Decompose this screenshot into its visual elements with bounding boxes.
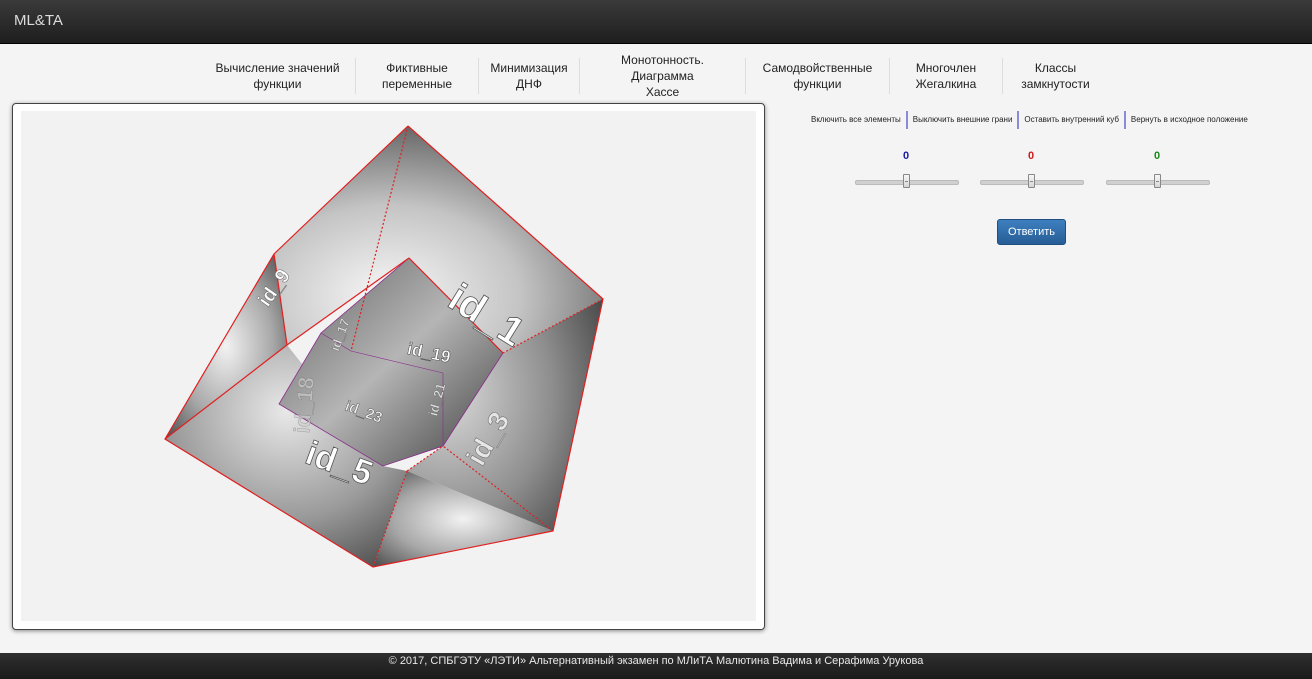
slider-green-value: 0 — [1153, 150, 1161, 162]
tab-closure-classes[interactable]: Классы замкнутости — [1003, 58, 1108, 94]
slider-green: 0 — [1106, 150, 1210, 190]
slider-red-thumb[interactable] — [1028, 174, 1035, 188]
slider-red: 0 — [980, 150, 1084, 190]
topic-tabs: Вычисление значений функции Фиктивные пе… — [200, 53, 1108, 99]
view-actions: Включить все элементы Выключить внешние … — [806, 111, 1253, 129]
top-navbar: ML&TA — [0, 0, 1312, 44]
reset-position-button[interactable]: Вернуть в исходное положение — [1126, 111, 1253, 129]
slider-blue-thumb[interactable] — [903, 174, 910, 188]
enable-all-elements-button[interactable]: Включить все элементы — [806, 111, 908, 129]
slider-blue-value: 0 — [902, 150, 910, 162]
disable-outer-faces-button[interactable]: Выключить внешние грани — [908, 111, 1020, 129]
brand-link[interactable]: ML&TA — [14, 12, 63, 29]
cube-label-back: id_18 — [289, 376, 319, 434]
footer: © 2017, СПБГЭТУ «ЛЭТИ» Альтернативный эк… — [0, 653, 1312, 679]
answer-button[interactable]: Ответить — [997, 219, 1066, 245]
tab-zhegalkin-polynomial[interactable]: Многочлен Жегалкина — [890, 58, 1003, 94]
cube-viewer-panel: id_1 id_5 id_19 id_23 id_3 id_9 id_21 id… — [12, 103, 765, 630]
cube-canvas[interactable]: id_1 id_5 id_19 id_23 id_3 id_9 id_21 id… — [21, 111, 756, 621]
slider-blue: 0 — [855, 150, 959, 190]
tab-function-values[interactable]: Вычисление значений функции — [200, 58, 356, 94]
tab-monotonicity-hasse[interactable]: Монотонность. Диаграмма Хассе — [580, 53, 746, 99]
keep-inner-cube-button[interactable]: Оставить внутренний куб — [1019, 111, 1126, 129]
slider-red-value: 0 — [1027, 150, 1035, 162]
tab-fictitious-variables[interactable]: Фиктивные переменные — [356, 58, 479, 94]
tab-self-dual-functions[interactable]: Самодвойственные функции — [746, 58, 890, 94]
tab-dnf-minimization[interactable]: Минимизация ДНФ — [479, 58, 580, 94]
slider-green-thumb[interactable] — [1154, 174, 1161, 188]
cube-3d-view[interactable]: id_1 id_5 id_19 id_23 id_3 id_9 id_21 id… — [21, 111, 756, 621]
